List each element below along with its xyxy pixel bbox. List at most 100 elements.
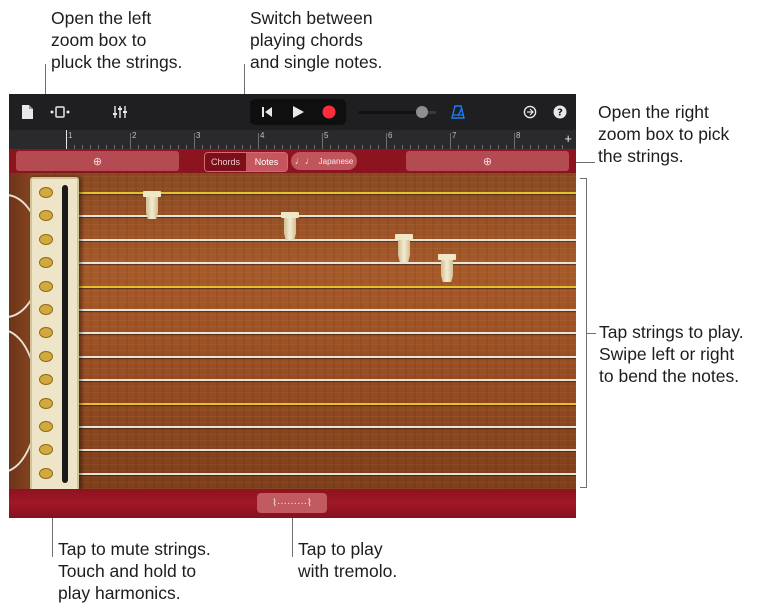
ruler-tick (194, 133, 195, 149)
zoom-in-icon: ⊕ (92, 155, 103, 168)
koto-string[interactable] (69, 332, 576, 335)
tuning-peg (40, 234, 52, 244)
add-section-button[interactable]: + (564, 130, 572, 148)
instrument-controls-bar: ⊕ Chords Notes ♩♩ Japanese ⊕ (9, 149, 576, 173)
mixer-icon (113, 106, 127, 118)
settings-icon (523, 105, 537, 119)
tuning-peg (40, 281, 52, 291)
callout-line: zoom box to (51, 30, 147, 50)
ruler-bar-number: 3 (196, 131, 201, 140)
koto-string[interactable] (69, 402, 576, 405)
koto-string[interactable] (69, 285, 576, 288)
movable-bridge[interactable] (143, 191, 161, 221)
ruler-bar-number: 5 (324, 131, 329, 140)
callout-switch-mode: Switch between playing chords and single… (250, 7, 382, 73)
tuning-peg (40, 351, 52, 361)
scale-label: Japanese (318, 156, 354, 166)
track-view-icon (50, 106, 70, 118)
callout-line: Switch between (250, 8, 373, 28)
leader-tap-strings-bottom (580, 487, 587, 488)
tuning-peg (40, 305, 52, 314)
chords-notes-switch[interactable]: Chords Notes (204, 152, 288, 172)
left-zoom-box[interactable]: ⊕ (16, 151, 179, 171)
koto-string[interactable] (69, 449, 576, 452)
ruler-tick (450, 133, 451, 149)
ruler-tick (258, 133, 259, 149)
mute-bridge[interactable] (30, 177, 79, 493)
callout-line: play harmonics. (58, 583, 181, 603)
tremolo-icon: ⌇·········⌇ (272, 497, 312, 509)
record-icon (322, 105, 336, 119)
chords-segment[interactable]: Chords (205, 153, 246, 171)
notes-segment[interactable]: Notes (246, 153, 287, 171)
callout-tremolo: Tap to play with tremolo. (298, 538, 397, 582)
tuning-peg (40, 468, 52, 478)
callout-tap-strings: Tap strings to play. Swipe left or right… (599, 321, 744, 387)
callout-line: the strings. (598, 146, 684, 166)
right-zoom-box[interactable]: ⊕ (406, 151, 569, 171)
tuning-peg (40, 328, 52, 338)
ruler-bar-number: 6 (388, 131, 393, 140)
tremolo-button[interactable]: ⌇·········⌇ (257, 493, 327, 513)
svg-text:?: ? (557, 108, 563, 119)
notes-icon: ♩♩ (294, 155, 315, 167)
callout-line: Tap to play (298, 539, 383, 559)
callout-line: zoom box to pick (598, 124, 730, 144)
koto-string[interactable] (69, 379, 576, 382)
callout-line: pluck the strings. (51, 52, 183, 72)
koto-string[interactable] (69, 472, 576, 475)
garageband-screen: ? 1 2 3 4 5 6 7 8 + ⊕ Chords Notes ♩♩ Japanese … (9, 94, 576, 518)
zoom-in-icon: ⊕ (482, 155, 493, 168)
leader-tap-strings-top (580, 178, 587, 179)
volume-knob[interactable] (415, 106, 428, 118)
play-button[interactable] (285, 102, 311, 122)
transport-controls (250, 99, 346, 125)
play-icon (293, 106, 304, 118)
callout-line: Open the right (598, 102, 709, 122)
metronome-button[interactable] (447, 102, 469, 122)
callout-line: playing chords (250, 30, 363, 50)
ruler-tick (386, 133, 387, 149)
record-button[interactable] (316, 102, 342, 122)
metronome-icon (451, 105, 465, 119)
mute-slot (62, 185, 68, 483)
ruler-bar-number: 2 (132, 131, 137, 140)
settings-button[interactable] (519, 102, 541, 122)
callout-line: to bend the notes. (599, 366, 740, 386)
movable-bridge[interactable] (438, 254, 456, 284)
rewind-button[interactable] (254, 102, 280, 122)
tuning-peg (40, 258, 52, 268)
koto-string[interactable] (69, 309, 576, 311)
tuning-peg (40, 211, 52, 221)
tuning-peg (40, 445, 52, 455)
koto-string[interactable] (69, 355, 576, 358)
ruler-bar-number: 1 (68, 131, 73, 140)
tuning-peg (40, 375, 52, 385)
tuning-peg (40, 398, 52, 408)
koto-string[interactable] (69, 426, 576, 428)
callout-line: and single notes. (250, 52, 383, 72)
callout-line: Tap strings to play. (599, 322, 744, 342)
callout-line: with tremolo. (298, 561, 398, 581)
callout-line: Open the left (51, 8, 152, 28)
go-to-beginning-icon (262, 107, 272, 117)
scale-button[interactable]: ♩♩ Japanese (291, 152, 357, 170)
tuning-peg (40, 188, 52, 197)
view-button[interactable] (48, 102, 72, 122)
koto-string[interactable] (69, 262, 576, 265)
my-songs-button[interactable] (17, 102, 37, 122)
control-bar: ? (9, 94, 576, 130)
leader-tap-strings-arm (587, 333, 596, 334)
ruler-bar-number: 4 (260, 131, 265, 140)
timeline-ruler[interactable]: 1 2 3 4 5 6 7 8 + (9, 130, 576, 150)
mixer-button[interactable] (108, 102, 132, 122)
movable-bridge[interactable] (281, 212, 299, 242)
movable-bridge[interactable] (395, 234, 413, 264)
callout-right-zoom: Open the right zoom box to pick the stri… (598, 101, 729, 167)
help-button[interactable]: ? (549, 102, 571, 122)
playhead[interactable] (66, 130, 67, 149)
callout-line: Touch and hold to (58, 561, 197, 581)
koto-string[interactable] (69, 238, 576, 241)
master-volume-slider[interactable] (358, 106, 436, 118)
ruler-bar-number: 7 (452, 131, 457, 140)
